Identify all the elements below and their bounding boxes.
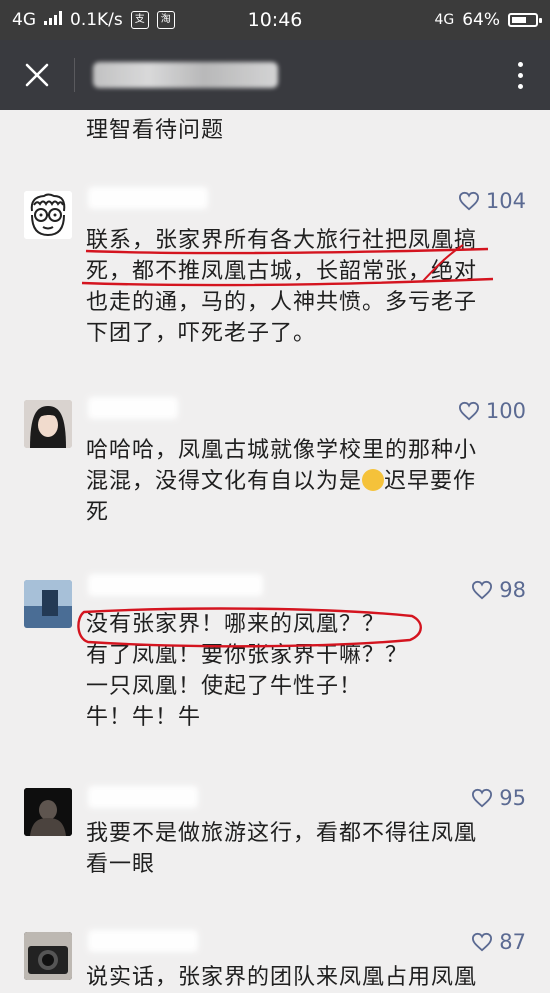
more-vertical-icon-dot <box>517 61 523 67</box>
heart-outline-icon <box>472 788 493 808</box>
like-count: 95 <box>499 786 526 810</box>
page-title-redacted <box>93 62 278 88</box>
like-count: 100 <box>485 399 526 423</box>
avatar <box>24 191 72 239</box>
heart-outline-icon <box>472 932 493 952</box>
nickname-redacted <box>88 397 178 419</box>
comment-text: 哈哈哈，凤凰古城就像学校里的那种小 混混，没得文化有自以为是 迟早要作 死 <box>86 435 526 528</box>
heart-outline-icon <box>458 401 479 421</box>
heart-outline-icon <box>472 580 493 600</box>
like-button[interactable]: 95 <box>471 786 526 810</box>
nav-bar <box>0 40 550 110</box>
status-right: 4G 64% <box>434 10 542 30</box>
comment-text: 说实话，张家界的团队来凤凰占用凤凰 <box>86 965 478 990</box>
close-button[interactable] <box>0 40 74 110</box>
nickname-redacted <box>88 187 208 209</box>
like-button[interactable]: 87 <box>471 930 526 954</box>
like-count: 87 <box>499 930 526 954</box>
user-photo-icon <box>24 580 72 628</box>
user-photo-icon <box>24 788 72 836</box>
previous-comment-tail: 理智看待问题 <box>86 118 225 143</box>
nickname-redacted <box>88 574 263 596</box>
comment-text: 我要不是做旅游这行，看都不得往凤凰 看一眼 <box>86 821 478 877</box>
status-left: 4G 0.1K/s 支 淘 <box>12 10 175 30</box>
status-bar: 4G 0.1K/s 支 淘 10:46 4G 64% <box>0 0 550 40</box>
nickname-redacted <box>88 786 198 808</box>
user-photo-icon <box>24 400 72 448</box>
more-button[interactable] <box>490 40 550 110</box>
like-button[interactable]: 98 <box>471 578 526 602</box>
avatar <box>24 580 72 628</box>
battery-fill <box>512 17 527 23</box>
nav-divider <box>74 58 75 92</box>
alipay-icon: 支 <box>130 11 149 29</box>
nickname-redacted <box>88 930 198 952</box>
more-vertical-icon-dot <box>517 83 523 89</box>
comment-text: 没有张家界！哪来的凤凰？？ 有了凤凰！要你张家界干嘛？？ 一只凤凰！使起了牛性子… <box>86 612 409 730</box>
comment-text: 联系，张家界所有各大旅行社把凤凰搞 死，都不推凤凰古城，长韶常张，绝对 也走的通… <box>86 228 478 346</box>
taobao-icon: 淘 <box>156 11 175 29</box>
thinking-face-icon <box>362 469 385 491</box>
close-icon <box>24 53 50 97</box>
more-vertical-icon-dot <box>517 72 523 78</box>
battery-icon <box>508 13 542 27</box>
heart-outline-icon <box>458 191 479 211</box>
avatar <box>24 400 72 448</box>
avatar <box>24 932 72 980</box>
signal-indicator: 4G <box>12 10 36 30</box>
network-type: 4G <box>434 12 455 28</box>
cartoon-face-icon <box>24 191 72 239</box>
battery-percent: 64% <box>462 10 500 30</box>
signal-bars-icon <box>44 10 62 30</box>
like-button[interactable]: 100 <box>458 399 526 423</box>
like-button[interactable]: 104 <box>458 189 526 213</box>
avatar <box>24 788 72 836</box>
network-speed: 0.1K/s <box>70 10 123 30</box>
like-count: 104 <box>485 189 526 213</box>
like-count: 98 <box>499 578 526 602</box>
camera-photo-icon <box>24 932 72 980</box>
